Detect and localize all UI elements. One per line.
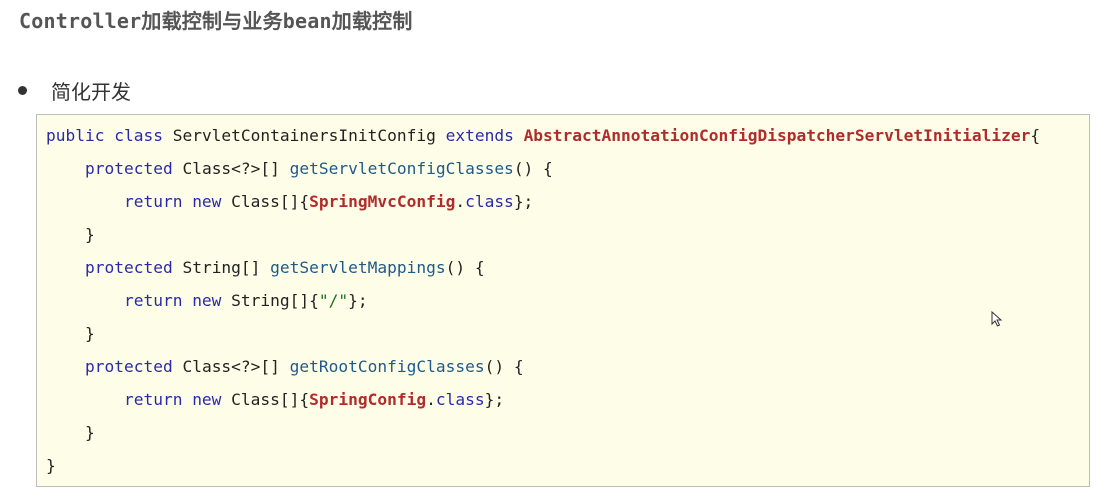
code-keyword: return new: [123, 291, 232, 310]
code-punct: };: [484, 390, 505, 409]
code-punct: .: [426, 390, 436, 409]
code-parent-class: AbstractAnnotationConfigDispatcherServle…: [523, 126, 1031, 145]
code-line-7: }: [46, 324, 95, 344]
code-brace: }: [84, 423, 95, 442]
bullet-dot-icon: [18, 86, 27, 95]
code-type: String[]: [182, 258, 271, 277]
code-keyword: protected: [84, 357, 183, 376]
code-line-3: return new Class[]{SpringMvcConfig.class…: [46, 192, 533, 212]
code-brace: }: [84, 324, 95, 343]
code-line-4: }: [46, 225, 95, 245]
code-line-6: return new String[]{"/"};: [46, 291, 368, 311]
code-type: Class<?>[]: [182, 357, 290, 376]
bullet-text: 简化开发: [51, 80, 131, 104]
code-keyword: return new: [123, 390, 232, 409]
code-keyword: public class: [46, 126, 173, 145]
code-line-10: }: [46, 423, 95, 443]
code-punct: () {: [445, 258, 485, 277]
code-method-name: getServletMappings: [270, 258, 446, 277]
code-keyword: class: [465, 192, 514, 211]
page-title: Controller加载控制与业务bean加载控制: [19, 9, 413, 33]
code-line-9: return new Class[]{SpringConfig.class};: [46, 390, 504, 410]
code-keyword: protected: [84, 159, 183, 178]
code-method-name: getServletConfigClasses: [289, 159, 514, 178]
code-type: Class[]{: [231, 192, 310, 211]
code-brace: }: [84, 225, 95, 244]
code-punct: () {: [513, 159, 553, 178]
code-string: "/": [318, 291, 349, 310]
code-line-1: public class ServletContainersInitConfig…: [46, 126, 1040, 146]
code-method-name: getRootConfigClasses: [289, 357, 485, 376]
code-brace: {: [1030, 126, 1041, 145]
code-line-2: protected Class<?>[] getServletConfigCla…: [46, 159, 553, 179]
code-keyword: extends: [445, 126, 524, 145]
code-class-ref: SpringMvcConfig: [309, 192, 456, 211]
code-keyword: protected: [84, 258, 183, 277]
code-keyword: return new: [123, 192, 232, 211]
code-line-5: protected String[] getServletMappings() …: [46, 258, 485, 278]
code-class-ref: SpringConfig: [309, 390, 427, 409]
code-brace: }: [46, 456, 56, 475]
code-line-11: }: [46, 456, 56, 476]
mouse-pointer-icon: [991, 311, 1003, 327]
code-punct: };: [348, 291, 368, 310]
code-punct: .: [455, 192, 466, 211]
code-type: Class[]{: [231, 390, 310, 409]
code-type: String[]{: [231, 291, 319, 310]
code-keyword: class: [435, 390, 485, 409]
code-punct: };: [513, 192, 534, 211]
code-block: public class ServletContainersInitConfig…: [36, 114, 1090, 487]
code-line-8: protected Class<?>[] getRootConfigClasse…: [46, 357, 524, 377]
bullet-item: 简化开发: [18, 76, 131, 105]
code-class-name: ServletContainersInitConfig: [172, 126, 446, 145]
code-punct: () {: [484, 357, 524, 376]
code-type: Class<?>[]: [182, 159, 290, 178]
